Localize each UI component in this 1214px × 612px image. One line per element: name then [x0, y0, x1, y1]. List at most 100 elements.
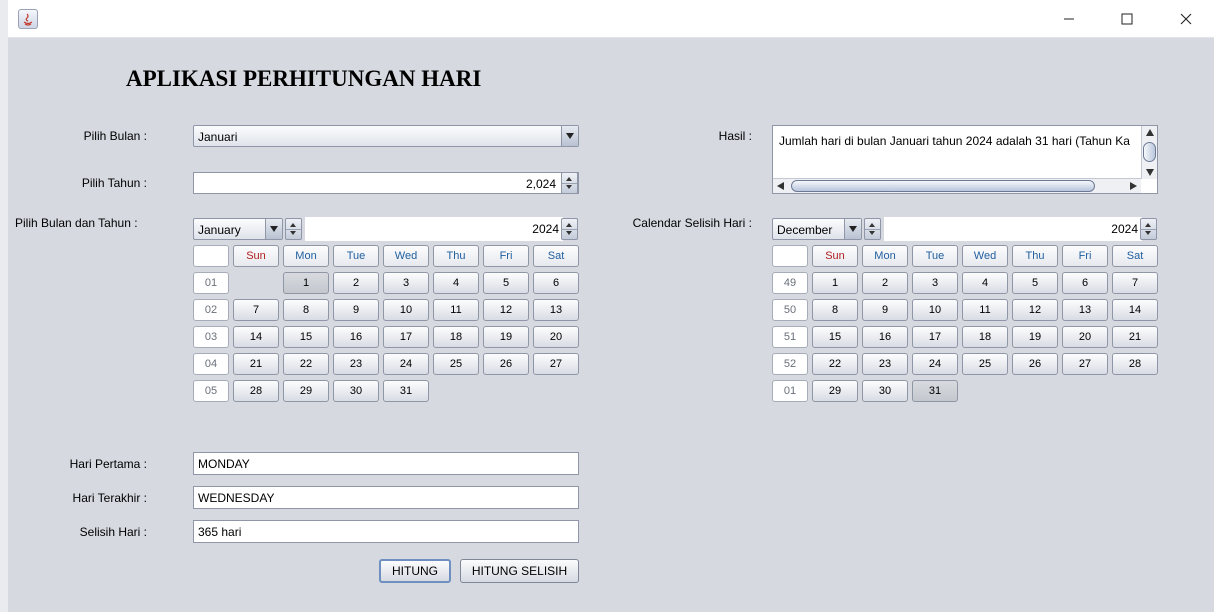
- vertical-scroll-thumb[interactable]: [1143, 142, 1156, 162]
- right-calendar-day-button[interactable]: 25: [962, 353, 1008, 375]
- left-calendar-day-button[interactable]: 22: [283, 353, 329, 375]
- hari-terakhir-field[interactable]: WEDNESDAY: [193, 486, 579, 509]
- horizontal-scroll-thumb[interactable]: [791, 180, 1095, 192]
- left-calendar-day-button[interactable]: 7: [233, 299, 279, 321]
- right-calendar-day-button[interactable]: 27: [1062, 353, 1108, 375]
- hari-pertama-field[interactable]: MONDAY: [193, 452, 579, 475]
- left-calendar-day-button[interactable]: 4: [433, 272, 479, 294]
- arrow-down-icon[interactable]: [566, 231, 572, 235]
- right-calendar-day-button[interactable]: 22: [812, 353, 858, 375]
- arrow-up-icon[interactable]: [566, 223, 572, 227]
- right-month-spinner[interactable]: [864, 218, 881, 240]
- left-year-field[interactable]: 2024: [305, 217, 563, 241]
- left-calendar-day-button[interactable]: 11: [433, 299, 479, 321]
- right-calendar-day-button[interactable]: 17: [912, 326, 958, 348]
- scroll-down-icon[interactable]: [1146, 169, 1154, 176]
- left-calendar-day-button[interactable]: 12: [483, 299, 529, 321]
- left-calendar-day-button[interactable]: 23: [333, 353, 379, 375]
- left-calendar-day-button[interactable]: 29: [283, 380, 329, 402]
- left-calendar-day-button[interactable]: 21: [233, 353, 279, 375]
- right-calendar-day-button[interactable]: 11: [962, 299, 1008, 321]
- left-calendar-day-button[interactable]: 3: [383, 272, 429, 294]
- right-calendar-day-button[interactable]: 4: [962, 272, 1008, 294]
- left-calendar-day-button[interactable]: 8: [283, 299, 329, 321]
- left-calendar-day-button[interactable]: 14: [233, 326, 279, 348]
- hasil-vertical-scrollbar[interactable]: [1141, 126, 1157, 179]
- arrow-up-icon[interactable]: [290, 223, 296, 227]
- right-calendar-day-button[interactable]: 31: [912, 380, 958, 402]
- right-calendar-day-button[interactable]: 28: [1112, 353, 1158, 375]
- right-calendar-day-button[interactable]: 19: [1012, 326, 1058, 348]
- right-calendar-day-button[interactable]: 20: [1062, 326, 1108, 348]
- right-calendar-day-button[interactable]: 5: [1012, 272, 1058, 294]
- right-calendar-day-button[interactable]: 21: [1112, 326, 1158, 348]
- hasil-horizontal-scrollbar[interactable]: [773, 178, 1141, 193]
- hitung-selisih-button[interactable]: HITUNG SELISIH: [460, 559, 579, 583]
- right-calendar-day-button[interactable]: 15: [812, 326, 858, 348]
- left-month-combo[interactable]: January: [193, 218, 283, 240]
- right-calendar-day-button[interactable]: 9: [862, 299, 908, 321]
- left-calendar-day-button[interactable]: 26: [483, 353, 529, 375]
- tahun-spinner-buttons[interactable]: [561, 172, 578, 194]
- left-calendar-day-button[interactable]: 31: [383, 380, 429, 402]
- chevron-down-icon[interactable]: [561, 126, 578, 146]
- selisih-hari-field[interactable]: 365 hari: [193, 520, 579, 543]
- left-calendar-day-button[interactable]: 1: [283, 272, 329, 294]
- scroll-left-icon[interactable]: [777, 182, 784, 190]
- right-year-spinner[interactable]: [1140, 218, 1157, 240]
- right-calendar-day-button[interactable]: 6: [1062, 272, 1108, 294]
- right-calendar-day-button[interactable]: 30: [862, 380, 908, 402]
- left-calendar-day-button[interactable]: 18: [433, 326, 479, 348]
- right-calendar-day-button[interactable]: 18: [962, 326, 1008, 348]
- right-calendar-day-button[interactable]: 14: [1112, 299, 1158, 321]
- bulan-combo[interactable]: Januari: [193, 125, 579, 147]
- arrow-up-icon[interactable]: [1145, 223, 1151, 227]
- right-calendar-day-button[interactable]: 26: [1012, 353, 1058, 375]
- left-calendar-day-button[interactable]: 16: [333, 326, 379, 348]
- left-calendar-day-button[interactable]: 5: [483, 272, 529, 294]
- left-calendar-day-button[interactable]: 15: [283, 326, 329, 348]
- arrow-up-icon[interactable]: [869, 223, 875, 227]
- left-calendar-day-button[interactable]: 9: [333, 299, 379, 321]
- hitung-button[interactable]: HITUNG: [379, 559, 451, 583]
- right-calendar-day-button[interactable]: 8: [812, 299, 858, 321]
- scroll-up-icon[interactable]: [1146, 129, 1154, 136]
- left-calendar-day-button[interactable]: 6: [533, 272, 579, 294]
- left-calendar-day-button[interactable]: 28: [233, 380, 279, 402]
- chevron-down-icon[interactable]: [265, 219, 282, 239]
- arrow-down-icon[interactable]: [869, 231, 875, 235]
- right-calendar-day-button[interactable]: 24: [912, 353, 958, 375]
- minimize-button[interactable]: [1046, 0, 1092, 38]
- right-calendar-day-button[interactable]: 1: [812, 272, 858, 294]
- right-calendar-day-button[interactable]: 23: [862, 353, 908, 375]
- right-calendar-day-button[interactable]: 2: [862, 272, 908, 294]
- close-button[interactable]: [1163, 0, 1209, 38]
- right-calendar-day-button[interactable]: 3: [912, 272, 958, 294]
- scroll-right-icon[interactable]: [1130, 182, 1137, 190]
- left-calendar-day-button[interactable]: 24: [383, 353, 429, 375]
- right-month-combo[interactable]: December: [772, 218, 862, 240]
- left-month-spinner[interactable]: [285, 218, 302, 240]
- left-calendar-day-button[interactable]: 30: [333, 380, 379, 402]
- left-year-spinner[interactable]: [561, 218, 578, 240]
- left-calendar-day-button[interactable]: 27: [533, 353, 579, 375]
- left-calendar-day-button[interactable]: 10: [383, 299, 429, 321]
- right-calendar-day-button[interactable]: 7: [1112, 272, 1158, 294]
- left-calendar-day-button[interactable]: 17: [383, 326, 429, 348]
- hasil-textarea[interactable]: Jumlah hari di bulan Januari tahun 2024 …: [772, 125, 1158, 194]
- tahun-spinner-field[interactable]: 2,024: [193, 172, 579, 194]
- right-calendar-day-button[interactable]: 29: [812, 380, 858, 402]
- left-calendar-day-button[interactable]: 13: [533, 299, 579, 321]
- right-calendar-day-button[interactable]: 10: [912, 299, 958, 321]
- left-calendar-day-button[interactable]: 19: [483, 326, 529, 348]
- left-calendar-day-button[interactable]: 25: [433, 353, 479, 375]
- chevron-down-icon[interactable]: [844, 219, 861, 239]
- left-calendar-day-button[interactable]: 2: [333, 272, 379, 294]
- right-year-field[interactable]: 2024: [884, 217, 1142, 241]
- right-calendar-day-button[interactable]: 16: [862, 326, 908, 348]
- arrow-down-icon[interactable]: [290, 231, 296, 235]
- right-calendar-day-button[interactable]: 12: [1012, 299, 1058, 321]
- arrow-down-icon[interactable]: [566, 185, 572, 189]
- right-calendar-day-button[interactable]: 13: [1062, 299, 1108, 321]
- maximize-button[interactable]: [1104, 0, 1150, 38]
